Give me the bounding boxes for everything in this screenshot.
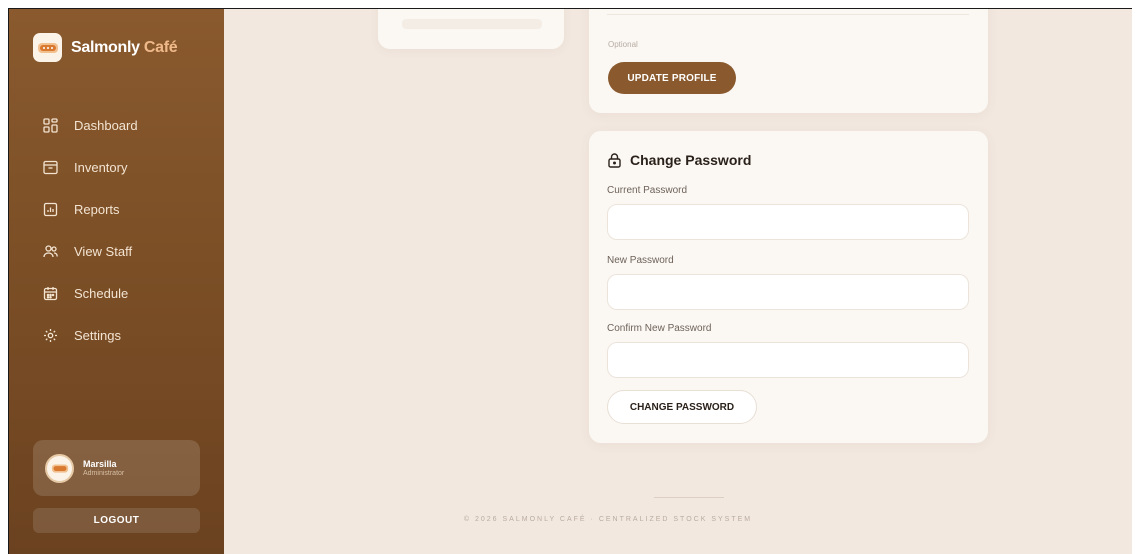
- sidebar-item-label: Dashboard: [74, 117, 138, 133]
- brand[interactable]: Salmonly Café: [33, 33, 178, 62]
- confirm-password-label: Confirm New Password: [607, 323, 712, 334]
- change-password-card: Change Password Current Password New Pas…: [589, 131, 988, 443]
- user-name: Marsilla: [83, 459, 117, 469]
- footer-text: © 2026 SALMONLY CAFÉ · CENTRALIZED STOCK…: [463, 516, 753, 523]
- app-window: Salmonly Café Dashboard Inventory Report…: [8, 8, 1132, 554]
- sidebar-item-label: Reports: [74, 201, 120, 217]
- sidebar-item-dashboard[interactable]: Dashboard: [9, 104, 224, 146]
- gear-icon: [43, 328, 58, 343]
- confirm-password-input[interactable]: [607, 342, 969, 378]
- sidebar-item-label: Settings: [74, 327, 121, 343]
- sidebar-item-reports[interactable]: Reports: [9, 188, 224, 230]
- footer: © 2026 SALMONLY CAFÉ · CENTRALIZED STOCK…: [224, 516, 1132, 523]
- sidebar-item-label: Inventory: [74, 159, 128, 175]
- dashboard-icon: [43, 117, 58, 133]
- inventory-icon: [43, 160, 58, 175]
- logout-button[interactable]: LOGOUT: [33, 508, 200, 533]
- brand-name-accent: Café: [143, 38, 178, 56]
- cafe-logo-icon: [33, 33, 62, 62]
- reports-icon: [43, 202, 58, 217]
- current-password-input[interactable]: [607, 204, 969, 240]
- profile-summary-card: [378, 9, 564, 49]
- profile-card: Optional UPDATE PROFILE: [589, 9, 988, 113]
- calendar-icon: [43, 286, 58, 301]
- sidebar: Salmonly Café Dashboard Inventory Report…: [9, 9, 224, 554]
- sidebar-nav: Dashboard Inventory Reports View Staff S…: [9, 104, 224, 356]
- user-role: Administrator: [83, 470, 125, 477]
- current-password-label: Current Password: [607, 185, 688, 196]
- card-title: Change Password: [630, 152, 752, 168]
- profile-field[interactable]: [607, 9, 969, 15]
- update-profile-button[interactable]: UPDATE PROFILE: [608, 62, 736, 94]
- brand-name-main: Salmonly: [71, 38, 140, 56]
- sidebar-item-view-staff[interactable]: View Staff: [9, 230, 224, 272]
- sidebar-item-inventory[interactable]: Inventory: [9, 146, 224, 188]
- brand-name: Salmonly Café: [71, 38, 178, 57]
- summary-line: [402, 19, 542, 29]
- user-card[interactable]: Marsilla Administrator: [33, 440, 200, 496]
- footer-divider: [654, 497, 724, 498]
- user-meta: Marsilla Administrator: [83, 459, 124, 477]
- main-content: Optional UPDATE PROFILE Change Password …: [224, 9, 1132, 554]
- sidebar-item-settings[interactable]: Settings: [9, 314, 224, 356]
- lock-icon: [608, 152, 621, 168]
- new-password-label: New Password: [607, 255, 674, 266]
- optional-hint: Optional: [608, 40, 638, 49]
- staff-icon: [43, 244, 58, 259]
- change-password-button[interactable]: CHANGE PASSWORD: [607, 390, 757, 424]
- change-password-heading: Change Password: [608, 152, 751, 168]
- new-password-input[interactable]: [607, 274, 969, 310]
- sidebar-item-label: View Staff: [74, 243, 133, 259]
- sidebar-item-label: Schedule: [74, 285, 129, 301]
- avatar: [45, 453, 74, 483]
- sidebar-item-schedule[interactable]: Schedule: [9, 272, 224, 314]
